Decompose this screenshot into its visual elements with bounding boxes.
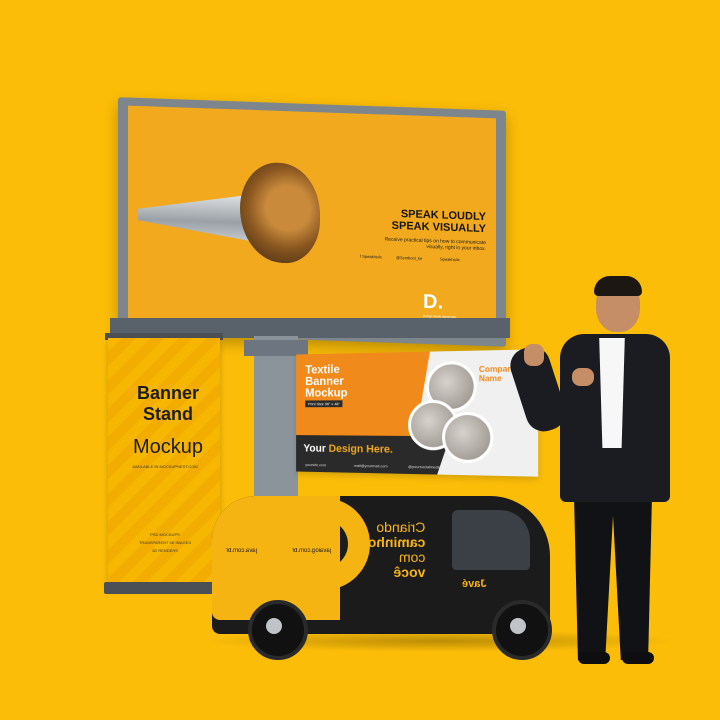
- billboard-logo: D. Design studio name here: [423, 291, 483, 320]
- banner-stand-title: Banner Stand: [128, 383, 208, 425]
- van-rear-wheel: [248, 600, 308, 660]
- person-shoe-left: [578, 652, 610, 664]
- banner-stand-base: [104, 582, 224, 594]
- van-front-wheel: [492, 600, 552, 660]
- logo-mark: D.: [423, 291, 483, 316]
- person-hand-pointing-up: [524, 344, 544, 366]
- billboard-face: SPEAK LOUDLY SPEAK VISUALLY Receive prac…: [128, 106, 496, 337]
- textile-contact-2: mail@yourmail.com: [354, 463, 388, 469]
- van-slogan-3: com: [360, 550, 425, 565]
- banner-stand-title-2: Stand: [128, 404, 208, 425]
- textile-design-here: Your Design Here.: [303, 443, 392, 456]
- van-window: [452, 510, 530, 570]
- banner-stand-footer-2: TRANSPARENT 4K IMAGES: [120, 540, 210, 545]
- banner-stand-footer-1: PSD MOCKUPS: [120, 532, 210, 537]
- person-hair: [594, 276, 642, 296]
- van-url-1: java.com.br: [226, 548, 257, 554]
- van-slogan-2: caminhos: [360, 535, 425, 550]
- textile-design-here-text: Design Here.: [329, 443, 393, 456]
- billboard-body: Receive practical tips on how to communi…: [366, 236, 486, 252]
- billboard-social-3: Speakhs4x: [440, 256, 460, 262]
- textile-title-3: Mockup: [305, 387, 347, 399]
- van-brand: Javé: [462, 578, 486, 590]
- person-shoe-right: [622, 652, 654, 664]
- textile-contact-1: yoursite.com: [305, 462, 326, 467]
- textile-banner: Textile Banner Mockup Print Size 96" x 4…: [296, 349, 538, 476]
- van-slogan-4: você: [360, 565, 425, 580]
- banner-stand-subtitle: Mockup: [128, 436, 208, 459]
- textile-title: Textile Banner Mockup: [305, 363, 347, 398]
- van-url-2: javalog.com.br: [292, 548, 331, 554]
- van-slogan: Criando caminhos com você: [360, 520, 425, 580]
- billboard-social-1: f Speakhs4x: [360, 254, 382, 260]
- textile-your: Your: [303, 443, 328, 455]
- textile-contact-3: @yoursocialmedia: [408, 464, 441, 470]
- banner-stand-small-line: AVAILABLE IN MOCKUPNEST.COM: [120, 464, 210, 469]
- person-hand-pointing: [572, 368, 594, 386]
- textile-photo-3: [442, 412, 493, 463]
- van-slogan-1: Criando: [360, 520, 425, 535]
- textile-size: Print Size 96" x 48": [305, 400, 342, 407]
- billboard-pole: [254, 336, 298, 496]
- lion-graphic: [240, 161, 320, 264]
- billboard-headline: SPEAK LOUDLY SPEAK VISUALLY: [366, 207, 486, 235]
- billboard-social-2: @Symbool_ke: [396, 255, 422, 261]
- banner-stand-footer-3: 3D RENDERS: [120, 548, 210, 553]
- banner-stand-title-1: Banner: [128, 383, 208, 404]
